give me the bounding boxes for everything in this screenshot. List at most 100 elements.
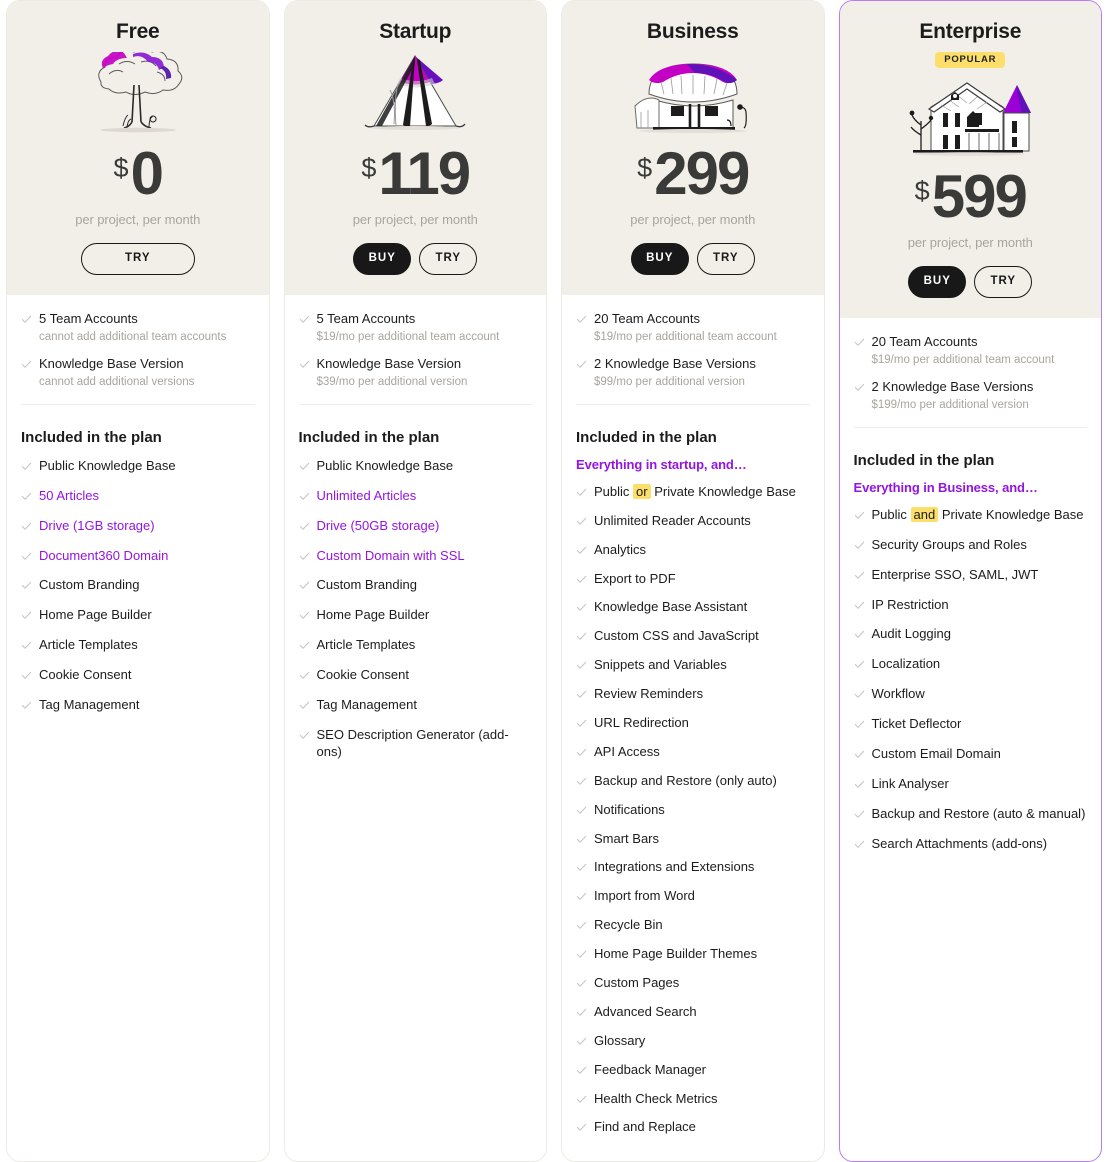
feature-item: Notifications bbox=[576, 802, 810, 819]
check-icon bbox=[21, 359, 32, 370]
feature-item: IP Restriction bbox=[854, 597, 1088, 614]
feature-item: Public Knowledge Base bbox=[21, 458, 255, 475]
check-icon bbox=[21, 580, 32, 591]
feature-list: Public and Private Knowledge Base Securit… bbox=[854, 506, 1088, 866]
feature-item: Home Page Builder Themes bbox=[576, 946, 810, 963]
currency-symbol: $ bbox=[637, 153, 653, 184]
check-icon bbox=[854, 600, 865, 611]
feature-item: Tag Management bbox=[21, 697, 255, 714]
plan-name: Enterprise bbox=[919, 20, 1022, 43]
plan-header: Enterprise POPULAR $599 per project, per… bbox=[839, 1, 1101, 319]
price-note: per project, per month bbox=[75, 212, 201, 228]
check-icon bbox=[576, 1122, 587, 1133]
check-icon bbox=[299, 640, 310, 651]
plan-card-business: Business $299 per project, per month BUY TR… bbox=[561, 0, 825, 1162]
check-icon bbox=[854, 540, 865, 551]
feature-list: Public Knowledge Base 50 Articles Drive (1… bbox=[21, 458, 255, 727]
feature-item: Glossary bbox=[576, 1033, 810, 1050]
feature-label: Backup and Restore (auto & manual) bbox=[871, 805, 1086, 821]
limit-subtext: cannot add additional versions bbox=[39, 375, 195, 388]
price-row: $299 bbox=[576, 144, 810, 204]
feature-label: Public Knowledge Base bbox=[316, 457, 454, 473]
check-icon bbox=[576, 1007, 587, 1018]
limit-subtext: $99/mo per additional version bbox=[594, 375, 745, 388]
check-icon bbox=[854, 839, 865, 850]
check-icon bbox=[576, 545, 587, 556]
feature-item: Tag Management bbox=[299, 697, 533, 714]
feature-label: Knowledge Base Assistant bbox=[594, 599, 748, 615]
plan-limits: 20 Team Accounts $19/mo per additional te… bbox=[576, 311, 810, 404]
limit-subtext: $19/mo per additional team account bbox=[316, 331, 500, 344]
cta-row: TRY bbox=[21, 243, 255, 276]
feature-item: Home Page Builder bbox=[299, 607, 533, 624]
feature-label: Custom Email Domain bbox=[871, 745, 1001, 761]
feature-item: Drive (50GB storage) bbox=[299, 518, 533, 535]
try-button[interactable]: TRY bbox=[80, 243, 195, 276]
feature-item: Custom Pages bbox=[576, 975, 810, 992]
plan-name: Free bbox=[115, 20, 160, 43]
feature-label: Workflow bbox=[871, 686, 925, 702]
feature-label: Article Templates bbox=[39, 637, 138, 653]
feature-label: Custom Branding bbox=[316, 577, 417, 593]
feature-item: Search Attachments (add-ons) bbox=[854, 836, 1088, 853]
limit-item: Knowledge Base Version cannot add additio… bbox=[21, 356, 255, 390]
price-amount: 599 bbox=[931, 163, 1028, 231]
try-button[interactable]: TRY bbox=[974, 266, 1033, 299]
plan-header: Business $299 per project, per month BUY TR… bbox=[562, 1, 824, 296]
feature-label: Home Page Builder bbox=[316, 607, 430, 623]
feature-label: Smart Bars bbox=[594, 830, 660, 846]
check-icon bbox=[299, 314, 310, 325]
plan-header: Startup $119 per project, per month BUY TRY bbox=[284, 1, 546, 296]
limit-main: 2 Knowledge Base Versions bbox=[854, 379, 1088, 396]
try-button[interactable]: TRY bbox=[696, 243, 755, 276]
plan-limits: 20 Team Accounts $19/mo per additional te… bbox=[854, 334, 1088, 427]
included-in-plan-title: Included in the plan bbox=[576, 428, 717, 446]
section-divider bbox=[298, 403, 532, 405]
check-icon bbox=[854, 749, 865, 760]
feature-label: Audit Logging bbox=[871, 626, 952, 642]
feature-label: IP Restriction bbox=[871, 596, 949, 612]
section-divider bbox=[21, 403, 255, 405]
feature-label: Tag Management bbox=[316, 696, 417, 712]
buy-button[interactable]: BUY bbox=[630, 243, 689, 276]
feature-item: URL Redirection bbox=[576, 715, 810, 732]
feature-item: Localization bbox=[854, 656, 1088, 673]
feature-item: Integrations and Extensions bbox=[576, 859, 810, 876]
feature-label: Tag Management bbox=[39, 696, 140, 712]
feature-item: Cookie Consent bbox=[299, 667, 533, 684]
check-icon bbox=[854, 809, 865, 820]
price-row: $0 bbox=[21, 144, 255, 204]
feature-label: Recycle Bin bbox=[594, 917, 663, 933]
feature-label: Enterprise SSO, SAML, JWT bbox=[871, 566, 1039, 582]
buy-button[interactable]: BUY bbox=[908, 266, 967, 299]
feature-label: Custom CSS and JavaScript bbox=[594, 628, 759, 644]
check-icon bbox=[576, 1065, 587, 1076]
included-in-plan-title: Included in the plan bbox=[21, 428, 162, 446]
pricing-plans-grid: Free $0 per project, per month TRY 5 Team A… bbox=[0, 0, 1108, 1162]
try-button[interactable]: TRY bbox=[419, 243, 478, 276]
feature-item: Home Page Builder bbox=[21, 607, 255, 624]
everything-in-previous-plan-note: Everything in startup, and… bbox=[576, 456, 747, 472]
included-in-plan-title: Included in the plan bbox=[298, 428, 440, 446]
feature-item: Backup and Restore (auto & manual) bbox=[854, 806, 1088, 823]
feature-label: Find and Replace bbox=[594, 1119, 696, 1135]
feature-item: Review Reminders bbox=[576, 686, 810, 703]
check-icon bbox=[21, 461, 32, 472]
check-icon bbox=[854, 689, 865, 700]
feature-label: Custom Domain with SSL bbox=[316, 547, 465, 563]
plan-name: Business bbox=[646, 20, 739, 43]
check-icon bbox=[576, 920, 587, 931]
limit-main: 5 Team Accounts bbox=[21, 311, 255, 328]
feature-list: Public Knowledge Base Unlimited Articles D… bbox=[299, 458, 533, 774]
limit-main: Knowledge Base Version bbox=[299, 356, 533, 373]
plan-limits: 5 Team Accounts cannot add additional tea… bbox=[21, 311, 255, 404]
check-icon bbox=[21, 700, 32, 711]
buy-button[interactable]: BUY bbox=[353, 243, 412, 276]
limit-main: 20 Team Accounts bbox=[576, 311, 810, 328]
check-icon bbox=[21, 551, 32, 562]
check-icon bbox=[854, 659, 865, 670]
section-divider bbox=[576, 403, 810, 405]
feature-item: Import from Word bbox=[576, 888, 810, 905]
feature-label: Drive (1GB storage) bbox=[39, 517, 155, 533]
feature-item: Unlimited Reader Accounts bbox=[576, 513, 810, 530]
